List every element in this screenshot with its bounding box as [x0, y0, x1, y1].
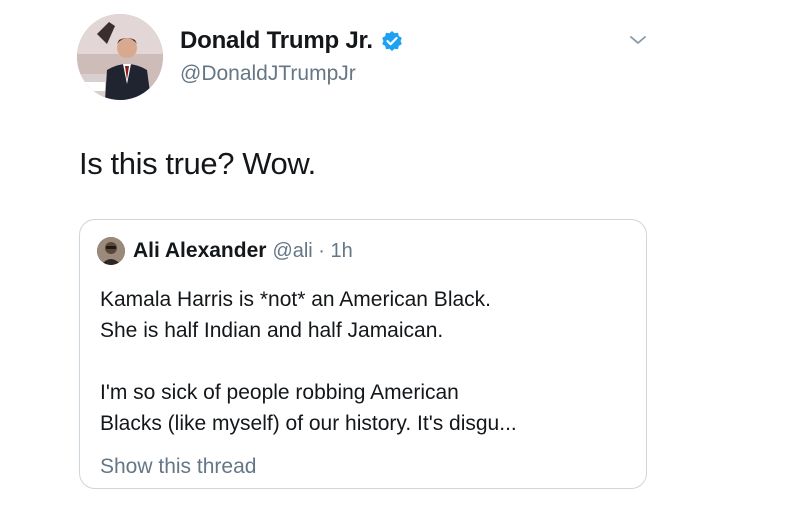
quoted-author-name[interactable]: Ali Alexander [133, 239, 266, 263]
author-block: Donald Trump Jr. @DonaldJTrumpJr [180, 27, 403, 86]
show-thread-link[interactable]: Show this thread [100, 455, 256, 479]
quoted-tweet[interactable]: Ali Alexander @ali · 1h Kamala Harris is… [79, 219, 647, 489]
author-name-row: Donald Trump Jr. [180, 27, 403, 55]
author-avatar[interactable] [77, 14, 163, 100]
tweet-card: Donald Trump Jr. @DonaldJTrumpJr Is this… [0, 0, 800, 515]
author-handle[interactable]: @DonaldJTrumpJr [180, 62, 403, 86]
profile-photo-image [77, 14, 163, 100]
tweet-text: Is this true? Wow. [79, 146, 316, 181]
chevron-down-icon[interactable] [628, 32, 648, 48]
quoted-tweet-body: Kamala Harris is *not* an American Black… [100, 284, 630, 439]
quoted-tweet-header: Ali Alexander @ali · 1h [97, 237, 353, 265]
quoted-profile-photo-image [97, 237, 125, 265]
verified-badge-icon [381, 30, 403, 52]
quoted-author-avatar[interactable] [97, 237, 125, 265]
quoted-tweet-paragraph: I'm so sick of people robbing American B… [100, 381, 517, 435]
quoted-author-meta: @ali · 1h [272, 239, 353, 262]
author-display-name[interactable]: Donald Trump Jr. [180, 27, 373, 55]
quoted-tweet-paragraph: Kamala Harris is *not* an American Black… [100, 288, 491, 342]
